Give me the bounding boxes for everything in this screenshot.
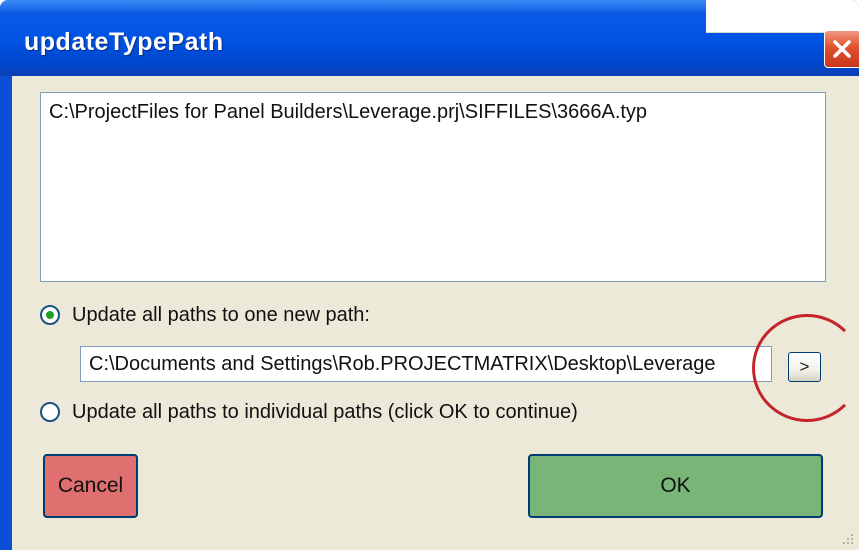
close-button[interactable] (824, 30, 859, 68)
option-one-new-path[interactable]: Update all paths to one new path: (40, 302, 370, 328)
close-icon (833, 40, 851, 58)
option-individual-paths[interactable]: Update all paths to individual paths (cl… (40, 399, 578, 425)
radio-one-new-path[interactable] (40, 305, 60, 325)
annotation-highlight-circle (752, 314, 859, 422)
update-type-path-dialog: updateTypePath C:\ProjectFiles for Panel… (0, 0, 859, 550)
resize-grip-icon[interactable] (841, 532, 855, 546)
option-one-new-path-label: Update all paths to one new path: (72, 303, 370, 326)
ok-button[interactable]: OK (528, 454, 823, 518)
option-individual-paths-label: Update all paths to individual paths (cl… (72, 400, 578, 423)
title-bar-cutoff (706, 0, 859, 33)
radio-individual-paths[interactable] (40, 402, 60, 422)
cancel-button[interactable]: Cancel (43, 454, 138, 518)
dialog-body: C:\ProjectFiles for Panel Builders\Lever… (12, 76, 859, 550)
list-item[interactable]: C:\ProjectFiles for Panel Builders\Lever… (49, 101, 647, 124)
new-path-input[interactable]: C:\Documents and Settings\Rob.PROJECTMAT… (80, 346, 772, 382)
title-bar[interactable]: updateTypePath (0, 0, 859, 76)
new-path-value: C:\Documents and Settings\Rob.PROJECTMAT… (89, 353, 716, 375)
type-path-list[interactable]: C:\ProjectFiles for Panel Builders\Lever… (40, 92, 826, 282)
window-title: updateTypePath (24, 28, 224, 56)
